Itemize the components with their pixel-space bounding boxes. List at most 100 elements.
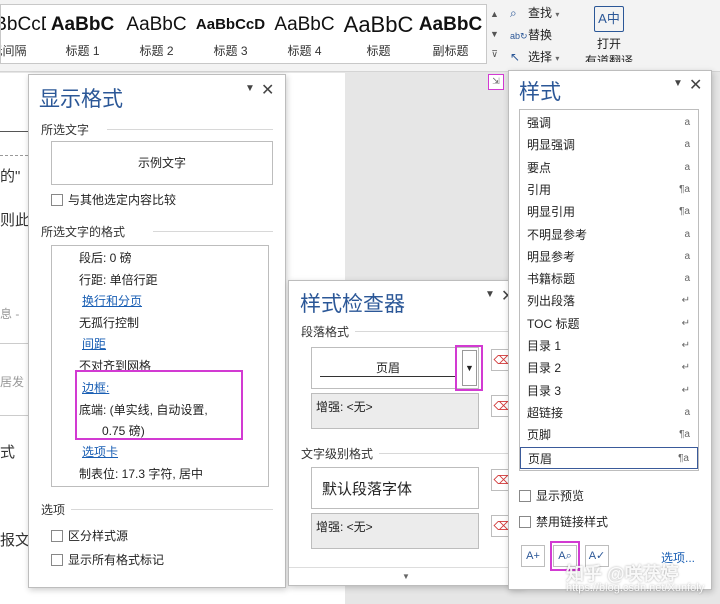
gallery-item-title[interactable]: AaBbC 标题 [341, 5, 416, 63]
translate-label-2: 有道翻译 [584, 54, 633, 62]
style-type-icon: ¶a [678, 452, 689, 464]
style-type-icon: a [684, 139, 690, 151]
style-item[interactable]: 不明显参考 a [520, 224, 698, 246]
style-item[interactable]: 明显参考 a [520, 246, 698, 268]
disable-linked-checkbox[interactable]: 禁用链接样式 [519, 513, 608, 530]
style-item[interactable]: 要点 a [520, 157, 698, 179]
gallery-name: 副标题 [432, 44, 469, 58]
style-name: 书籍标题 [527, 272, 576, 287]
format-link[interactable]: 间距 [82, 335, 106, 352]
style-name: 引用 [527, 182, 552, 197]
doc-text: 报文 [0, 532, 31, 549]
translate-button[interactable]: A中 打开 有道翻译 [584, 4, 634, 66]
style-list[interactable]: 强调 a 明显强调 a 要点 a 引用 ¶a 明显引用 ¶a 不明显参考 a 明显参考 a 书籍标题 a 列出段… [519, 109, 699, 471]
divider [153, 231, 273, 232]
gallery-item-no-spacing[interactable]: AaBbCcD 无间隔 [1, 5, 46, 63]
compare-label: 与其他选定内容比较 [68, 193, 177, 207]
styles-launcher-icon[interactable]: ⇲ [488, 74, 504, 90]
highlight-box [75, 370, 243, 440]
editing-group: ⌕ 查找 ▾ ab↻替换 ↖ 选择 ▾ [510, 2, 590, 68]
disable-linked-label: 禁用链接样式 [536, 515, 609, 529]
pane-title: 样式检查器 [300, 293, 405, 316]
format-row: 段后: 0 磅 [79, 251, 132, 265]
gallery-item-subtitle[interactable]: AaBbC 副标题 [413, 5, 488, 63]
divider [107, 129, 273, 130]
divider [71, 509, 273, 510]
style-type-icon: ¶a [679, 206, 690, 218]
gallery-item-heading3[interactable]: AaBbCcD 标题 3 [193, 5, 268, 63]
expand-icon[interactable]: ▼ [289, 567, 523, 585]
style-name: 明显强调 [527, 138, 576, 153]
style-item[interactable]: 页脚 ¶a [520, 424, 698, 446]
gallery-more-icon[interactable]: ⊽ [487, 44, 502, 64]
style-type-icon: ↵ [681, 384, 690, 396]
gallery-preview: AaBbC [343, 13, 414, 37]
checkbox-icon [51, 554, 63, 566]
checkbox-icon [519, 516, 531, 528]
style-item[interactable]: 引用 ¶a [520, 179, 698, 201]
style-item[interactable]: TOC 标题 ↵ [520, 313, 698, 335]
gallery-preview: AaBbC [274, 14, 335, 35]
replace-label: 替换 [528, 28, 553, 42]
paragraph-style-box[interactable]: 页眉 ▼ [311, 347, 479, 389]
formatting-list[interactable]: 段后: 0 磅 行距: 单倍行距 换行和分页 无孤行控制 间距 不对齐到网格 边… [51, 245, 269, 487]
show-marks-checkbox[interactable]: 显示所有格式标记 [51, 551, 164, 568]
text-style-name: 默认段落字体 [322, 481, 413, 498]
doc-text: 式 [0, 444, 16, 461]
style-type-icon: ↵ [681, 362, 690, 374]
style-type-icon: a [684, 117, 690, 128]
gallery-name: 标题 3 [213, 44, 248, 58]
style-item[interactable]: 明显强调 a [520, 134, 698, 156]
section-label: 选项 [41, 503, 66, 517]
highlight-box [455, 345, 483, 391]
style-item[interactable]: 书籍标题 a [520, 268, 698, 290]
style-item[interactable]: 目录 3 ↵ [520, 380, 698, 402]
pane-title: 样式 [519, 81, 561, 104]
style-item[interactable]: 超链接 a [520, 402, 698, 424]
format-link[interactable]: 换行和分页 [82, 292, 142, 309]
select-button[interactable]: ↖ 选择 ▾ [510, 48, 559, 68]
doc-text: 则此 [0, 212, 31, 229]
style-item[interactable]: 明显引用 ¶a [520, 201, 698, 223]
show-marks-label: 显示所有格式标记 [68, 553, 165, 567]
gallery-preview: AaBbC [50, 14, 115, 35]
replace-button[interactable]: ab↻替换 [510, 26, 552, 46]
close-icon[interactable]: ✕ [261, 80, 274, 100]
select-label: 选择 [528, 50, 553, 64]
distinguish-source-checkbox[interactable]: 区分样式源 [51, 527, 128, 544]
find-button[interactable]: ⌕ 查找 ▾ [510, 4, 559, 24]
style-name: 超链接 [527, 405, 564, 420]
style-name: 明显引用 [527, 205, 576, 220]
style-item[interactable]: 列出段落 ↵ [520, 290, 698, 312]
gallery-preview: AaBbC [418, 14, 483, 35]
style-item[interactable]: 强调 a [520, 112, 698, 134]
checkbox-icon [519, 490, 531, 502]
pane-options-icon[interactable]: ▼ [245, 83, 255, 94]
format-link[interactable]: 选项卡 [82, 443, 118, 460]
sample-text: 示例文字 [137, 156, 186, 170]
text-style-box[interactable]: 默认段落字体 [311, 467, 479, 509]
checkbox-icon [51, 194, 63, 206]
style-item[interactable]: 目录 2 ↵ [520, 357, 698, 379]
new-style-icon[interactable]: A+ [521, 545, 545, 567]
section-label: 所选文字 [41, 123, 90, 137]
style-item[interactable]: 页眉 ¶a [520, 446, 698, 469]
gallery-item-heading4[interactable]: AaBbC 标题 4 [267, 5, 342, 63]
gallery-down-icon[interactable]: ▼ [487, 24, 502, 44]
cursor-icon: ↖ [510, 50, 521, 64]
close-icon[interactable]: ✕ [689, 75, 702, 95]
pane-options-icon[interactable]: ▼ [673, 78, 683, 89]
gallery-up-icon[interactable]: ▲ [487, 4, 502, 24]
distinguish-label: 区分样式源 [68, 529, 129, 543]
gallery-item-heading1[interactable]: AaBbC 标题 1 [45, 5, 120, 63]
style-name: 明显参考 [527, 249, 576, 264]
show-preview-checkbox[interactable]: 显示预览 [519, 487, 584, 504]
style-name: TOC 标题 [527, 316, 580, 331]
compare-checkbox[interactable]: 与其他选定内容比较 [51, 191, 176, 208]
sample-text-box[interactable]: 示例文字 [51, 141, 273, 185]
gallery-item-heading2[interactable]: AaBbC 标题 2 [119, 5, 194, 63]
pane-options-icon[interactable]: ▼ [485, 289, 495, 300]
style-name: 页眉 [528, 451, 553, 466]
style-item[interactable]: 目录 1 ↵ [520, 335, 698, 357]
header-rule [0, 131, 28, 132]
